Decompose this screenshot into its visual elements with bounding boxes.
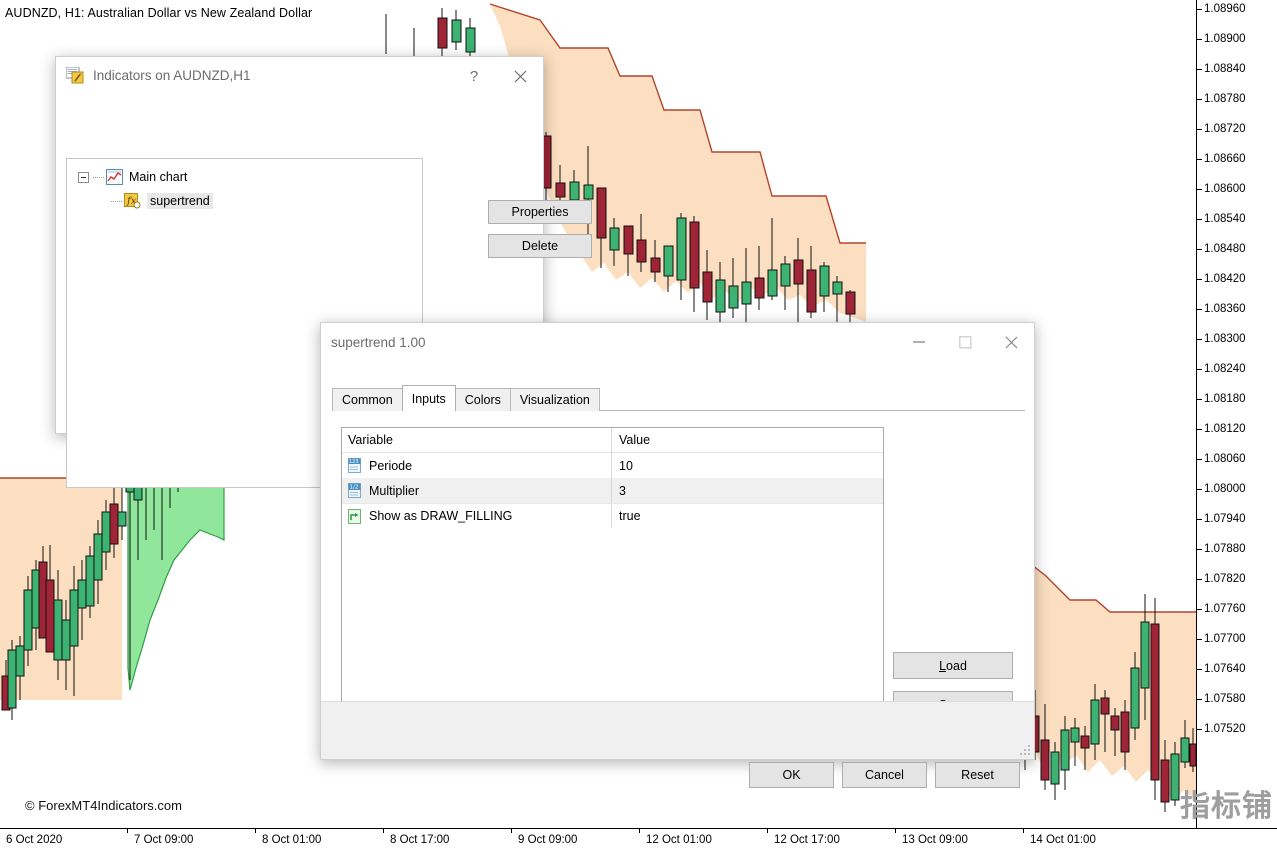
price-tick: 1.07940	[1197, 513, 1246, 525]
time-axis[interactable]: 6 Oct 2020 7 Oct 09:00 8 Oct 01:00 8 Oct 17…	[0, 828, 1277, 855]
chart-watermark: 指标铺	[1180, 789, 1273, 824]
minimize-icon[interactable]	[896, 323, 942, 361]
table-header-row: Variable Value	[342, 428, 883, 453]
price-axis[interactable]: 1.08960 1.08900 1.08840 1.08780 1.08720 1.086…	[1196, 0, 1277, 828]
price-tick: 1.07520	[1197, 723, 1246, 735]
param-value[interactable]: 3	[612, 484, 626, 498]
param-value[interactable]: 10	[612, 459, 633, 473]
price-tick: 1.08480	[1197, 243, 1246, 255]
indicators-dialog-titlebar[interactable]: Indicators on AUDNZD,H1 ?	[56, 57, 543, 94]
param-variable-name: Multiplier	[369, 483, 420, 498]
close-icon[interactable]	[497, 57, 543, 95]
price-tick: 1.08840	[1197, 63, 1246, 75]
chart-copyright-label: © ForexMT4Indicators.com	[25, 798, 182, 813]
price-tick: 1.08900	[1197, 33, 1246, 45]
properties-dialog-footer	[321, 701, 1034, 759]
price-tick: 1.08540	[1197, 213, 1246, 225]
delete-button[interactable]: Delete	[488, 234, 592, 258]
price-tick: 1.08360	[1197, 303, 1246, 315]
price-tick: 1.08120	[1197, 423, 1246, 435]
time-tick: 13 Oct 09:00	[895, 828, 968, 846]
properties-dialog-titlebar[interactable]: supertrend 1.00	[321, 323, 1034, 361]
price-tick: 1.08660	[1197, 153, 1246, 165]
inputs-parameter-table[interactable]: Variable Value 123 Periode 10 1/2 Multip…	[341, 427, 884, 717]
help-button[interactable]: ?	[451, 57, 497, 95]
indicators-icon	[65, 66, 84, 84]
svg-text:1/2: 1/2	[350, 485, 359, 491]
price-tick: 1.07580	[1197, 693, 1246, 705]
maximize-icon[interactable]	[942, 323, 988, 361]
time-tick: 8 Oct 01:00	[254, 828, 322, 846]
load-button[interactable]: Load	[893, 652, 1013, 679]
price-tick: 1.08780	[1197, 93, 1246, 105]
price-tick: 1.08420	[1197, 273, 1246, 285]
properties-tab-strip[interactable]: Common Inputs Colors Visualization	[332, 385, 600, 411]
tab-common[interactable]: Common	[332, 388, 403, 411]
supertrend-properties-dialog[interactable]: supertrend 1.00 Common Inputs Colors Vis…	[320, 322, 1035, 788]
tree-connector	[93, 176, 104, 178]
indicators-caption-buttons[interactable]: ?	[451, 57, 543, 95]
column-header-value: Value	[619, 433, 651, 447]
fx-icon: fx	[124, 193, 141, 209]
price-tick: 1.07640	[1197, 663, 1246, 675]
price-tick: 1.08720	[1197, 123, 1246, 135]
time-tick: 9 Oct 09:00	[510, 828, 578, 846]
time-tick: 8 Oct 17:00	[382, 828, 450, 846]
load-accelerator: L	[939, 658, 947, 673]
table-row[interactable]: Show as DRAW_FILLING true	[342, 503, 883, 528]
price-tick: 1.08300	[1197, 333, 1246, 345]
tab-visualization[interactable]: Visualization	[509, 388, 600, 411]
tab-inputs[interactable]: Inputs	[401, 385, 456, 411]
properties-button[interactable]: Properties	[488, 200, 592, 224]
price-tick: 1.08000	[1197, 483, 1246, 495]
price-tick: 1.07700	[1197, 633, 1246, 645]
properties-dialog-body: Common Inputs Colors Visualization Varia…	[321, 361, 1034, 788]
indicators-dialog-title: Indicators on AUDNZD,H1	[93, 68, 251, 83]
tree-node-supertrend[interactable]: fx supertrend	[67, 189, 422, 213]
price-tick: 1.08180	[1197, 393, 1246, 405]
tree-node-label: Main chart	[129, 170, 188, 184]
time-tick: 12 Oct 17:00	[767, 828, 840, 846]
price-tick: 1.07880	[1197, 543, 1246, 555]
table-row[interactable]: 1/2 Multiplier 3	[342, 478, 883, 503]
properties-dialog-title: supertrend 1.00	[331, 334, 426, 350]
tree-connector	[111, 200, 122, 202]
close-icon[interactable]	[988, 323, 1034, 361]
price-tick: 1.07820	[1197, 573, 1246, 585]
time-tick: 7 Oct 09:00	[126, 828, 194, 846]
int-123-icon: 123	[348, 458, 363, 473]
time-tick: 6 Oct 2020	[6, 834, 63, 846]
collapse-expander-icon[interactable]	[78, 171, 89, 183]
tree-node-label: supertrend	[147, 193, 213, 209]
chart-icon	[106, 169, 123, 185]
ok-button[interactable]: OK	[749, 762, 834, 788]
cancel-button[interactable]: Cancel	[842, 762, 927, 788]
price-tick: 1.08240	[1197, 363, 1246, 375]
price-tick: 1.08960	[1197, 3, 1246, 15]
param-variable-name: Show as DRAW_FILLING	[369, 509, 513, 523]
bool-arrow-icon	[348, 508, 363, 524]
time-tick: 12 Oct 01:00	[639, 828, 712, 846]
param-variable-name: Periode	[369, 458, 413, 473]
table-row[interactable]: 123 Periode 10	[342, 453, 883, 478]
tree-node-main-chart[interactable]: Main chart	[67, 165, 422, 189]
time-tick: 14 Oct 01:00	[1023, 828, 1096, 846]
column-header-variable: Variable	[342, 428, 612, 452]
price-tick: 1.08600	[1197, 183, 1246, 195]
param-value[interactable]: true	[612, 509, 641, 523]
tab-colors[interactable]: Colors	[454, 388, 511, 411]
properties-caption-buttons[interactable]	[896, 323, 1034, 361]
price-tick: 1.07760	[1197, 603, 1246, 615]
price-tick: 1.08060	[1197, 453, 1246, 465]
load-label-rest: oad	[946, 658, 967, 673]
reset-button[interactable]: Reset	[935, 762, 1020, 788]
half-frac-icon: 1/2	[348, 483, 363, 498]
resize-grip[interactable]	[1019, 744, 1031, 756]
svg-text:123: 123	[349, 459, 359, 465]
